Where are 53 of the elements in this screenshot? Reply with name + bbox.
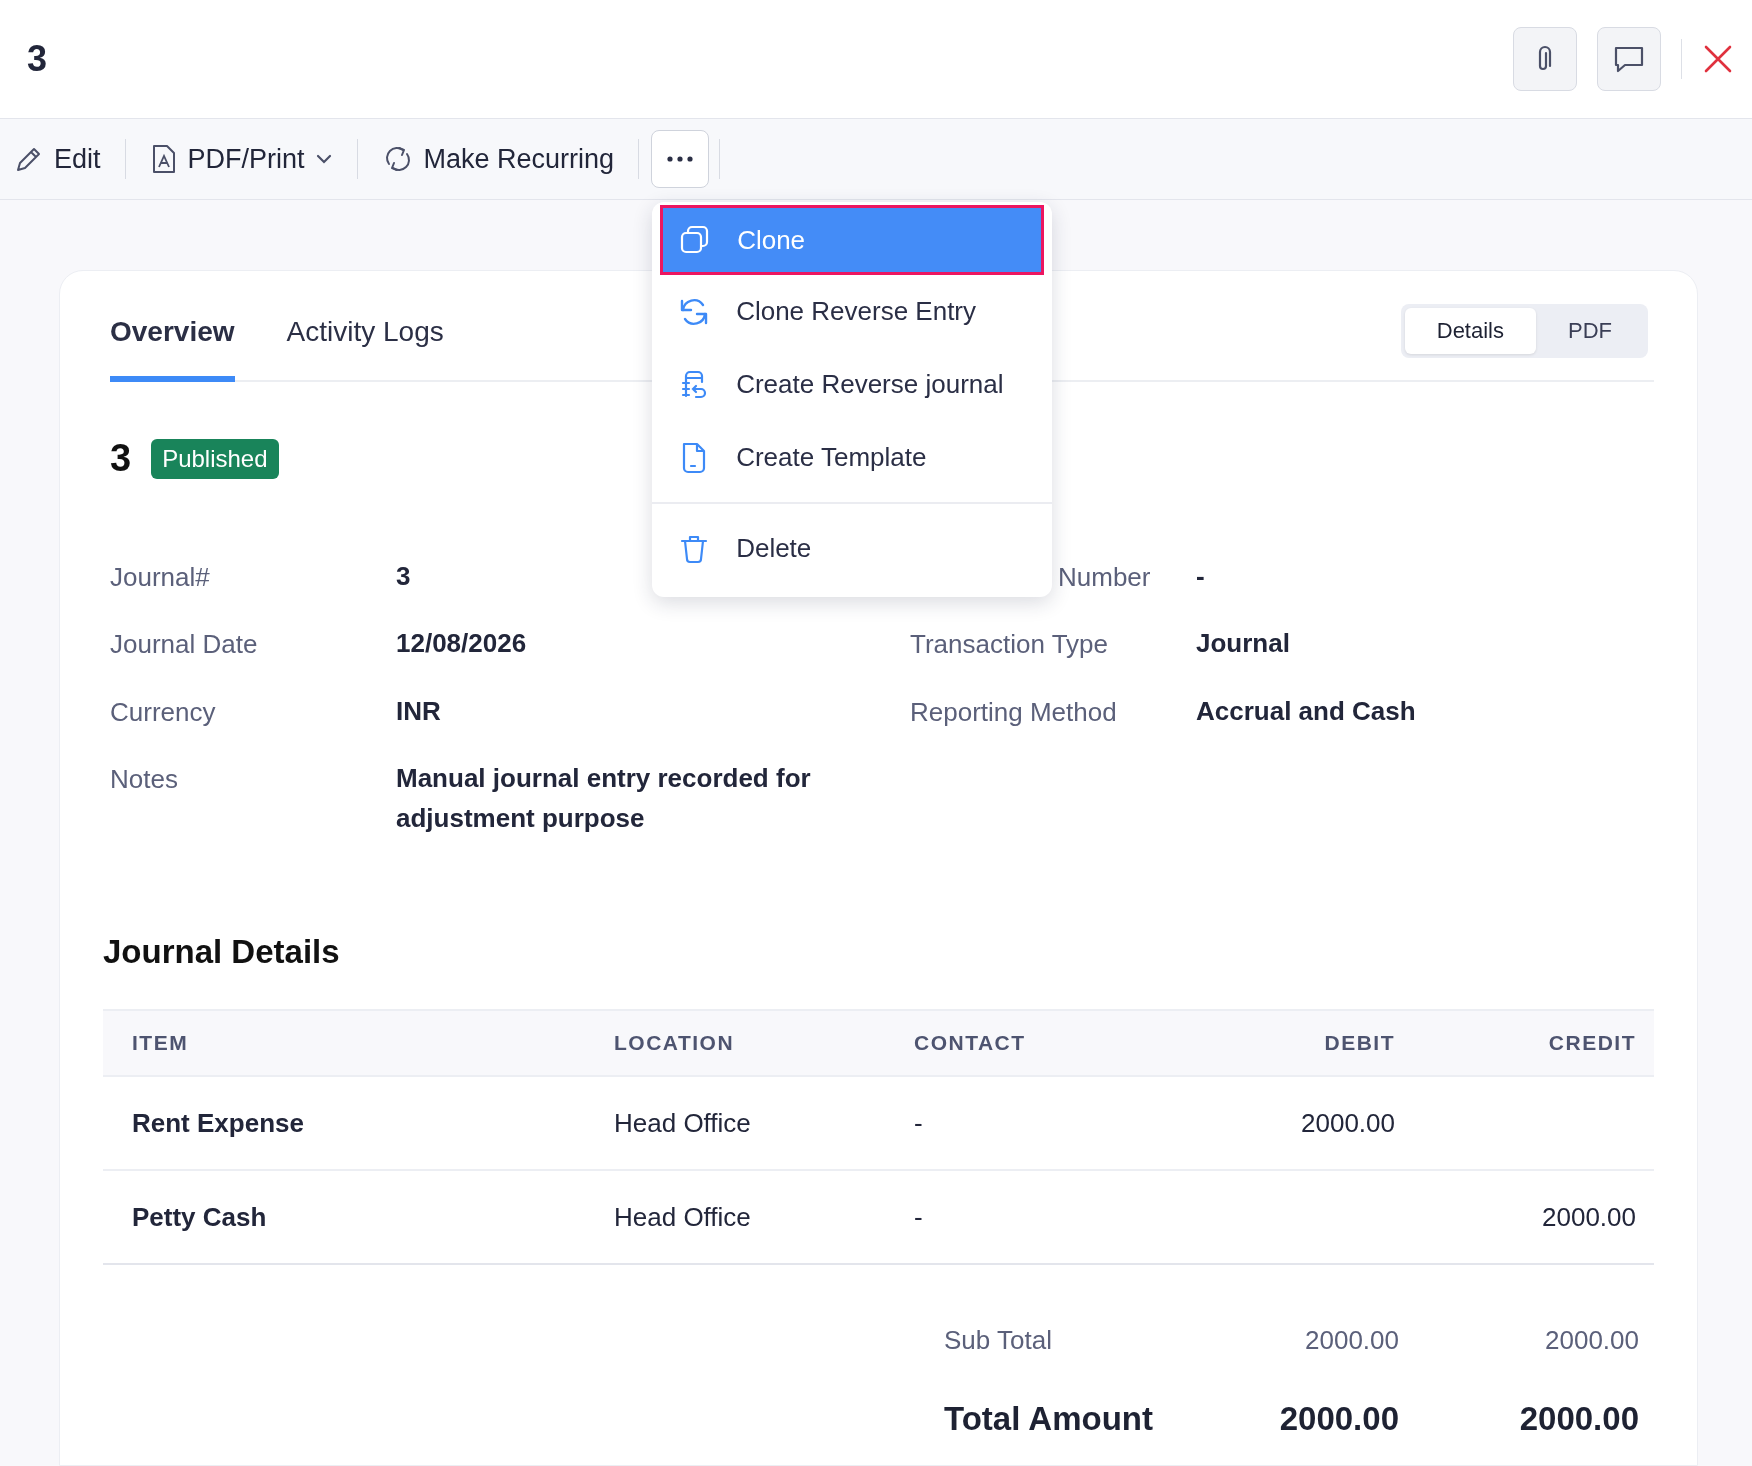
- toolbar-button[interactable]: Edit: [14, 143, 113, 175]
- menu-item[interactable]: Delete: [652, 512, 1053, 585]
- field-label: Reporting Method: [910, 696, 1117, 727]
- attachment-button[interactable]: [1513, 27, 1577, 91]
- view-toggle-button[interactable]: Details: [1404, 307, 1536, 354]
- menu-item[interactable]: Create Reverse journal: [652, 348, 1053, 421]
- total-label: Sub Total: [944, 1325, 1053, 1357]
- column-header: ITEM: [132, 1031, 189, 1056]
- column-header: CONTACT: [914, 1031, 1026, 1056]
- field-value: -: [1196, 560, 1205, 593]
- table-cell: -: [914, 1202, 923, 1233]
- field-label: Transaction Type: [910, 629, 1108, 660]
- table-cell: Head Office: [614, 1202, 751, 1233]
- dots-icon: [666, 155, 695, 163]
- toolbar-button[interactable]: Make Recurring: [381, 143, 627, 175]
- comment-icon: [1613, 44, 1645, 74]
- menu-item[interactable]: Create Template: [652, 421, 1053, 494]
- section-title: Journal Details: [103, 933, 341, 972]
- field-label: Notes: [110, 763, 179, 796]
- table-cell: 2000.00: [1301, 1108, 1395, 1139]
- field-value: INR: [396, 694, 441, 728]
- table-cell: Rent Expense: [132, 1108, 304, 1139]
- total-value: 2000.00: [1304, 1325, 1399, 1357]
- table-cell: 2000.00: [1542, 1202, 1636, 1233]
- close-icon: [1704, 45, 1732, 73]
- journal-number: 3: [110, 437, 132, 480]
- toolbar-button[interactable]: PDF/Print: [149, 143, 345, 175]
- total-value: 2000.00: [1278, 1400, 1399, 1439]
- table-cell: Head Office: [614, 1108, 751, 1139]
- column-header: DEBIT: [1324, 1031, 1395, 1056]
- table-cell: Petty Cash: [132, 1202, 267, 1233]
- field-value: Manual journal entry recorded for adjustment purpose: [396, 761, 812, 836]
- status-badge: Published: [151, 438, 279, 479]
- total-value: 2000.00: [1518, 1400, 1639, 1439]
- field-value: Journal: [1196, 627, 1290, 661]
- column-header: LOCATION: [614, 1031, 735, 1056]
- total-value: 2000.00: [1544, 1325, 1639, 1357]
- field-label: Currency: [110, 696, 217, 729]
- field-label: Journal Date: [110, 629, 259, 662]
- page-title: 3: [27, 38, 48, 80]
- table-cell: -: [914, 1108, 923, 1139]
- field-label: Number: [1058, 562, 1151, 592]
- field-value: 3: [396, 560, 411, 593]
- comments-button[interactable]: [1597, 27, 1661, 91]
- view-toggle-button[interactable]: PDF: [1536, 307, 1644, 354]
- total-label: Total Amount: [944, 1400, 1154, 1439]
- field-label: Journal#: [110, 562, 211, 594]
- menu-item[interactable]: Clone Reverse Entry: [652, 275, 1053, 348]
- field-value: Accrual and Cash: [1196, 694, 1416, 728]
- tab[interactable]: Activity Logs: [286, 281, 444, 382]
- field-value: 12/08/2026: [396, 627, 527, 661]
- column-header: CREDIT: [1548, 1031, 1636, 1056]
- tab[interactable]: Overview: [110, 281, 235, 382]
